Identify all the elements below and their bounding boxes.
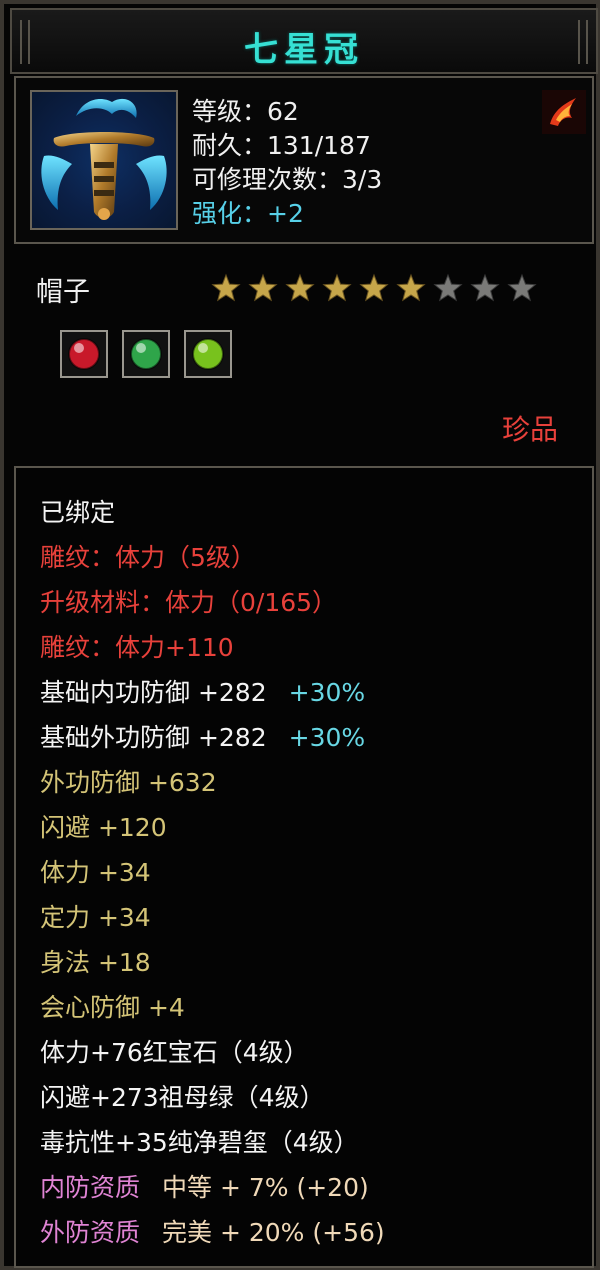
item-tooltip: 七星冠 等级：62 耐久：131/187 可修理次数：3/3 强化：+2 帽子 … xyxy=(0,0,600,1270)
detail-line: 外功防御 +632 xyxy=(40,768,217,798)
detail-line: 基础外功防御 +282 +30% xyxy=(40,723,365,753)
star-empty-icon xyxy=(433,273,463,302)
detail-line: 体力 +34 xyxy=(40,858,151,888)
star-empty-icon xyxy=(507,273,537,302)
detail-text: 雕纹：体力+110 xyxy=(40,633,234,662)
detail-text: 基础外功防御 +282 xyxy=(40,723,267,752)
level-stat: 等级：62 xyxy=(192,97,299,126)
item-header: 等级：62 耐久：131/187 可修理次数：3/3 强化：+2 xyxy=(14,76,594,244)
enhance-stat: 强化：+2 xyxy=(192,199,304,228)
detail-text: 身法 +18 xyxy=(40,948,151,977)
detail-line: 外防资质 完美 + 20% (+56) xyxy=(40,1218,385,1248)
emerald-gem-icon[interactable] xyxy=(122,330,170,378)
quality-label: 珍品 xyxy=(501,413,558,446)
detail-line: 雕纹：体力（5级） xyxy=(40,543,256,573)
detail-line: 基础内功防御 +282 +30% xyxy=(40,678,365,708)
detail-line: 雕纹：体力+110 xyxy=(40,633,234,663)
fire-claw-icon xyxy=(542,90,586,134)
title-bar: 七星冠 xyxy=(10,8,598,74)
detail-line: 身法 +18 xyxy=(40,948,151,978)
detail-text: 外功防御 +632 xyxy=(40,768,217,797)
star-filled-icon xyxy=(285,273,315,302)
detail-line: 闪避 +120 xyxy=(40,813,167,843)
detail-text: 内防资质 xyxy=(40,1173,141,1202)
detail-line: 闪避+273祖母绿（4级） xyxy=(40,1083,325,1113)
crown-helmet-icon xyxy=(30,90,178,230)
detail-extra: +30% xyxy=(288,678,366,707)
star-filled-icon xyxy=(211,273,241,302)
detail-line: 会心防御 +4 xyxy=(40,993,185,1023)
detail-text: 已绑定 xyxy=(40,498,116,527)
detail-line: 内防资质 中等 + 7% (+20) xyxy=(40,1173,369,1203)
detail-text: 外防资质 xyxy=(40,1218,141,1247)
star-filled-icon xyxy=(248,273,278,302)
star-empty-icon xyxy=(470,273,500,302)
detail-text: 闪避 +120 xyxy=(40,813,167,842)
detail-text: 闪避+273祖母绿（4级） xyxy=(40,1083,325,1112)
jade-gem-icon[interactable] xyxy=(184,330,232,378)
item-details: 已绑定雕纹：体力（5级） 升级材料：体力（0/165） 雕纹：体力+110 基础内功防… xyxy=(14,466,594,1268)
detail-extra: 中等 + 7% (+20) xyxy=(162,1173,369,1202)
item-name: 七星冠 xyxy=(244,30,364,70)
detail-line: 升级材料：体力（0/165） xyxy=(40,588,337,618)
title-corner-right xyxy=(578,20,588,64)
detail-text: 会心防御 +4 xyxy=(40,993,185,1022)
detail-text: 升级材料：体力（0/165） xyxy=(40,588,338,617)
detail-line: 定力 +34 xyxy=(40,903,151,933)
detail-text: 体力 +34 xyxy=(40,858,151,887)
detail-text: 基础内功防御 +282 xyxy=(40,678,267,707)
ruby-gem-icon[interactable] xyxy=(60,330,108,378)
crown-helmet-icon-graphic xyxy=(41,98,167,220)
item-summary: 帽子 珍品 xyxy=(14,252,594,458)
detail-line: 已绑定 xyxy=(40,498,115,528)
fire-claw-icon-graphic xyxy=(542,90,586,134)
detail-extra: +30% xyxy=(288,723,366,752)
repair-count-stat: 可修理次数：3/3 xyxy=(192,165,383,194)
star-rating xyxy=(211,273,537,302)
detail-text: 雕纹：体力（5级） xyxy=(40,543,256,572)
star-filled-icon xyxy=(396,273,426,302)
durability-stat: 耐久：131/187 xyxy=(192,131,371,160)
detail-text: 毒抗性+35纯净碧玺（4级） xyxy=(40,1128,359,1157)
detail-text: 体力+76红宝石（4级） xyxy=(40,1038,309,1067)
star-filled-icon xyxy=(322,273,352,302)
star-filled-icon xyxy=(359,273,389,302)
item-type: 帽子 xyxy=(36,277,90,308)
detail-extra: 完美 + 20% (+56) xyxy=(162,1218,385,1247)
detail-line: 毒抗性+35纯净碧玺（4级） xyxy=(40,1128,359,1158)
detail-text: 定力 +34 xyxy=(40,903,151,932)
detail-line: 体力+76红宝石（4级） xyxy=(40,1038,309,1068)
